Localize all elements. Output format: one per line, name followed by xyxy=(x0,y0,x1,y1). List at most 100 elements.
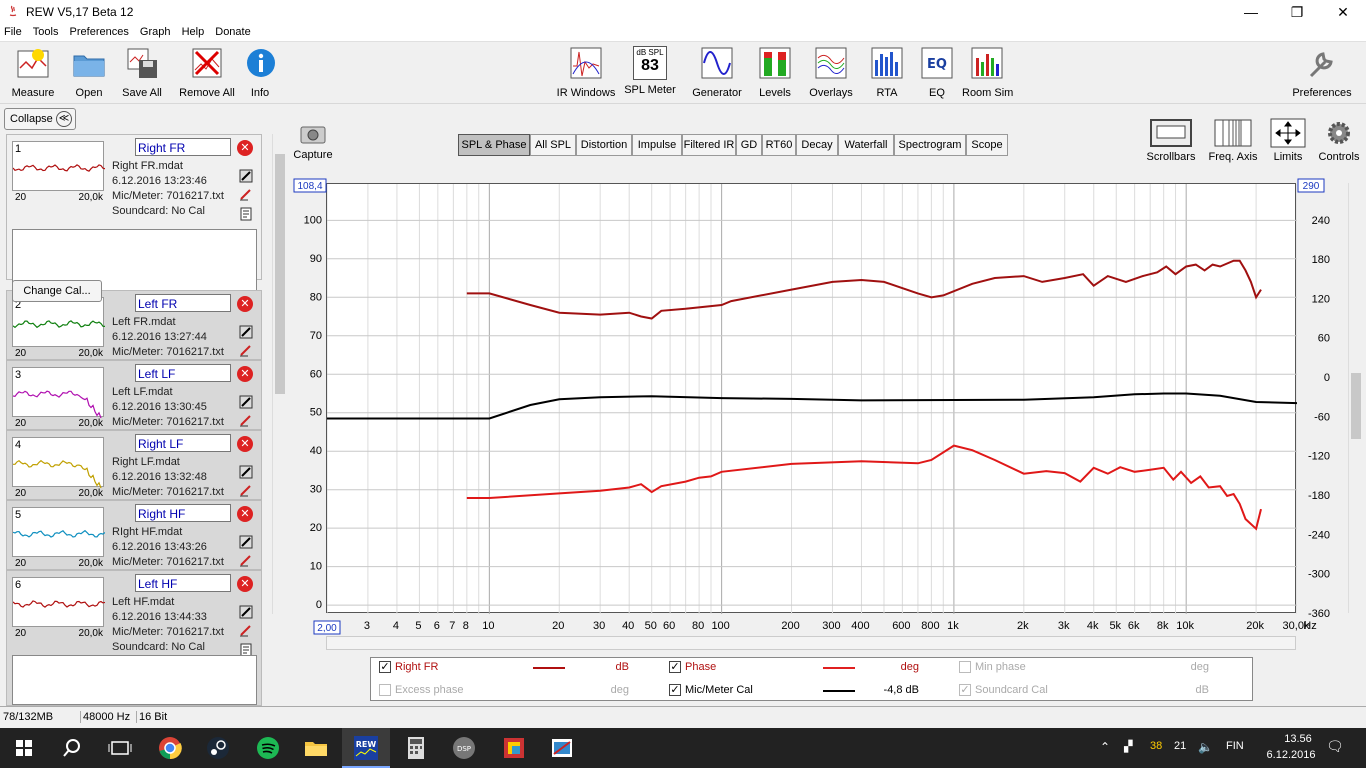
tab-impulse[interactable]: Impulse xyxy=(632,134,682,156)
measurement-name-field[interactable]: Left LF xyxy=(135,364,231,382)
measurement-notes[interactable] xyxy=(12,655,257,705)
collapse-button[interactable]: Collapse ≪ xyxy=(4,108,76,130)
tab-scope[interactable]: Scope xyxy=(966,134,1008,156)
menu-help[interactable]: Help xyxy=(178,24,209,38)
edit-icon[interactable] xyxy=(239,395,253,409)
room-sim-button[interactable]: Room Sim xyxy=(962,46,1013,99)
scroll-thumb[interactable] xyxy=(275,154,285,394)
notes-icon[interactable] xyxy=(239,207,253,221)
dsp-app-icon[interactable]: DSP xyxy=(450,734,478,762)
pen-icon[interactable] xyxy=(239,187,253,201)
legend-checkbox[interactable]: ✓ xyxy=(379,661,391,673)
overlays-button[interactable]: Overlays xyxy=(806,46,856,99)
eq-button[interactable]: EQ EQ xyxy=(920,46,954,99)
controls-control[interactable]: Controls xyxy=(1316,118,1362,163)
tab-all-spl[interactable]: All SPL xyxy=(530,134,576,156)
edit-icon[interactable] xyxy=(239,535,253,549)
legend-checkbox[interactable]: ✓ xyxy=(959,684,971,696)
measurement-card[interactable]: 4 20 20,0k Right LF ✕ Right LF.mdat 6.12.2016 … xyxy=(6,430,262,513)
network-icon[interactable]: ▞ xyxy=(1124,740,1132,753)
tray-counter-2[interactable]: 21 xyxy=(1174,740,1186,752)
steam-icon[interactable] xyxy=(204,734,232,762)
tab-decay[interactable]: Decay xyxy=(796,134,838,156)
edit-icon[interactable] xyxy=(239,465,253,479)
pen-icon[interactable] xyxy=(239,413,253,427)
measurement-card[interactable]: 6 20 20,0k Left HF ✕ Left HF.mdat 6.12.2016 13… xyxy=(6,570,262,706)
limits-control[interactable]: Limits xyxy=(1266,118,1310,163)
tab-distortion[interactable]: Distortion xyxy=(576,134,632,156)
freq-axis-control[interactable]: Freq. Axis xyxy=(1204,118,1262,163)
info-button[interactable]: Info xyxy=(244,46,276,99)
delete-measurement-icon[interactable]: ✕ xyxy=(237,576,253,592)
capture-button[interactable]: Capture xyxy=(290,122,336,161)
rew-taskbar-item[interactable]: REW xyxy=(342,728,390,768)
measurement-card[interactable]: 3 20 20,0k Left LF ✕ Left LF.mdat 6.12.2016 13… xyxy=(6,360,262,443)
scrollbars-control[interactable]: Scrollbars xyxy=(1146,118,1196,163)
spotify-icon[interactable] xyxy=(254,734,282,762)
spl-meter-button[interactable]: dB SPL 83 SPL Meter xyxy=(624,46,676,96)
pen-icon[interactable] xyxy=(239,483,253,497)
delete-measurement-icon[interactable]: ✕ xyxy=(237,296,253,312)
levels-button[interactable]: Levels xyxy=(756,46,794,99)
pen-icon[interactable] xyxy=(239,623,253,637)
edit-icon[interactable] xyxy=(239,169,253,183)
windows-start-icon[interactable] xyxy=(10,734,38,762)
menu-donate[interactable]: Donate xyxy=(211,24,254,38)
graph-horizontal-scrollbar[interactable] xyxy=(326,636,1296,650)
tab-rt60[interactable]: RT60 xyxy=(762,134,796,156)
measure-button[interactable]: Measure xyxy=(10,46,56,99)
delete-measurement-icon[interactable]: ✕ xyxy=(237,506,253,522)
open-button[interactable]: Open xyxy=(68,46,110,99)
preferences-button[interactable]: Preferences xyxy=(1290,46,1354,99)
tab-spectrogram[interactable]: Spectrogram xyxy=(894,134,966,156)
language-indicator[interactable]: FIN xyxy=(1226,740,1244,752)
clock-time[interactable]: 13.56 xyxy=(1270,733,1326,745)
change-cal-button[interactable]: Change Cal... xyxy=(12,280,102,302)
chrome-icon[interactable] xyxy=(156,734,184,762)
menu-graph[interactable]: Graph xyxy=(136,24,175,38)
rta-button[interactable]: RTA xyxy=(870,46,904,99)
measurement-name-field[interactable]: Right FR xyxy=(135,138,231,156)
tab-waterfall[interactable]: Waterfall xyxy=(838,134,894,156)
tab-spl-phase[interactable]: SPL & Phase xyxy=(458,134,530,156)
restore-button[interactable]: ❐ xyxy=(1274,0,1320,24)
measurement-name-field[interactable]: Right HF xyxy=(135,504,231,522)
delete-measurement-icon[interactable]: ✕ xyxy=(237,366,253,382)
close-button[interactable]: ✕ xyxy=(1320,0,1366,24)
chevron-up-icon[interactable]: ⌃ xyxy=(1100,740,1110,754)
delete-measurement-icon[interactable]: ✕ xyxy=(237,140,253,156)
graph-scroll-thumb[interactable] xyxy=(1351,373,1361,439)
tab-filtered-ir[interactable]: Filtered IR xyxy=(682,134,736,156)
tray-counter-1[interactable]: 38 xyxy=(1150,740,1162,752)
graph-vertical-scrollbar[interactable] xyxy=(1348,183,1362,613)
measurement-name-field[interactable]: Left HF xyxy=(135,574,231,592)
calculator-icon[interactable] xyxy=(402,734,430,762)
pen-icon[interactable] xyxy=(239,553,253,567)
generator-button[interactable]: Generator xyxy=(690,46,744,99)
screenshot-tool-icon[interactable] xyxy=(548,734,576,762)
tab-gd[interactable]: GD xyxy=(736,134,762,156)
measurements-scrollbar[interactable] xyxy=(272,134,286,614)
save-all-button[interactable]: Save All xyxy=(118,46,166,99)
menu-preferences[interactable]: Preferences xyxy=(66,24,133,38)
file-explorer-icon[interactable] xyxy=(302,734,330,762)
edit-icon[interactable] xyxy=(239,605,253,619)
legend-checkbox[interactable]: ✓ xyxy=(669,661,681,673)
edit-icon[interactable] xyxy=(239,325,253,339)
clock-date[interactable]: 6.12.2016 xyxy=(1256,749,1326,761)
remove-all-button[interactable]: Remove All xyxy=(178,46,236,99)
measurement-name-field[interactable]: Right LF xyxy=(135,434,231,452)
delete-measurement-icon[interactable]: ✕ xyxy=(237,436,253,452)
volume-icon[interactable]: 🔈 xyxy=(1198,740,1213,754)
measurement-card[interactable]: 1 20 20,0k Right FR ✕ Right FR.mdat 6.12.2016 … xyxy=(6,134,262,307)
menu-tools[interactable]: Tools xyxy=(29,24,63,38)
legend-checkbox[interactable]: ✓ xyxy=(669,684,681,696)
legend-checkbox[interactable] xyxy=(379,684,391,696)
task-view-icon[interactable] xyxy=(106,734,134,762)
image-editor-icon[interactable] xyxy=(500,734,528,762)
measurement-card[interactable]: 5 20 20,0k Right HF ✕ RIght HF.mdat 6.12.2016 … xyxy=(6,500,262,583)
menu-file[interactable]: File xyxy=(0,24,26,38)
pen-icon[interactable] xyxy=(239,343,253,357)
minimize-button[interactable]: — xyxy=(1228,0,1274,24)
ir-windows-button[interactable]: IR Windows xyxy=(556,46,616,99)
